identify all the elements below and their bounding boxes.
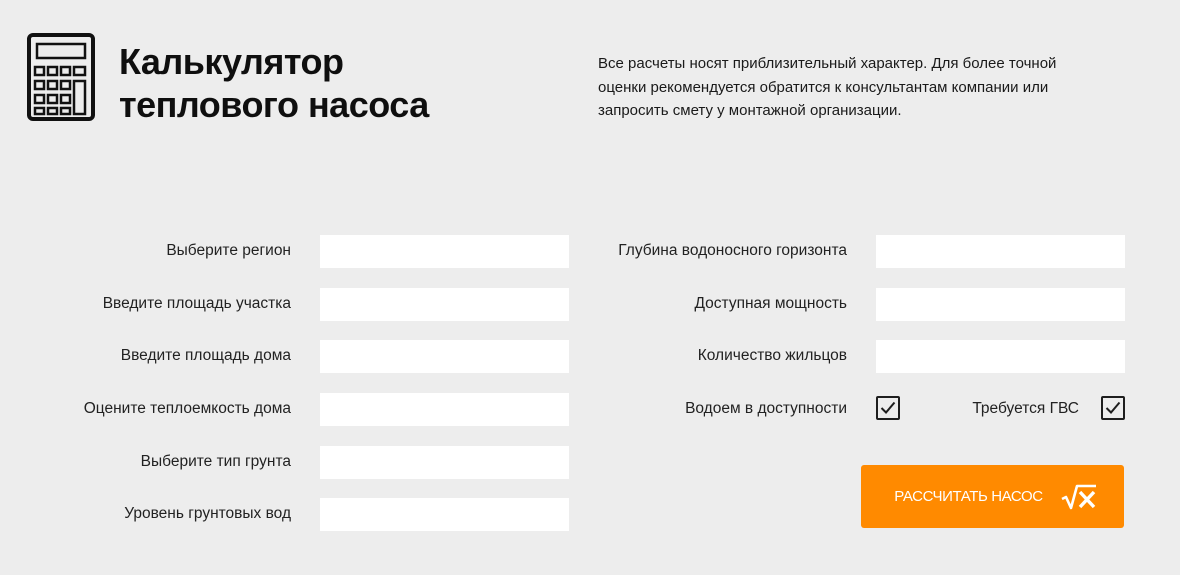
- page-title-line2: теплового насоса: [119, 84, 429, 125]
- plot-area-input[interactable]: [320, 288, 569, 321]
- heat-capacity-input[interactable]: [320, 393, 569, 426]
- residents-count-label: Количество жильцов: [697, 347, 847, 364]
- house-area-input[interactable]: [320, 340, 569, 373]
- region-input[interactable]: [320, 235, 569, 268]
- disclaimer-note: Все расчеты носят приблизительный характ…: [598, 55, 1057, 119]
- house-area-label: Введите площадь дома: [120, 347, 291, 364]
- hot-water-checkbox[interactable]: [1101, 396, 1125, 420]
- water-body-label: Водоем в доступности: [685, 400, 847, 417]
- available-power-input[interactable]: [876, 288, 1125, 321]
- available-power-label: Доступная мощность: [694, 295, 847, 312]
- square-root-x-icon: [1061, 484, 1096, 509]
- soil-type-input[interactable]: [320, 446, 569, 479]
- hot-water-label: Требуется ГВС: [972, 400, 1079, 417]
- residents-count-input[interactable]: [876, 340, 1125, 373]
- page-title: Калькулятор теплового насоса: [119, 40, 429, 126]
- checkmark-icon: [880, 401, 896, 414]
- soil-type-label: Выберите тип грунта: [140, 453, 291, 470]
- aquifer-depth-input[interactable]: [876, 235, 1125, 268]
- calculator-icon: [26, 32, 96, 122]
- heat-capacity-label: Оцените теплоемкость дома: [83, 400, 291, 417]
- region-label: Выберите регион: [166, 242, 291, 259]
- plot-area-label: Введите площадь участка: [102, 295, 291, 312]
- page-title-line1: Калькулятор: [119, 41, 344, 82]
- groundwater-level-input[interactable]: [320, 498, 569, 531]
- calculate-pump-button-label: РАССЧИТАТЬ НАСОС: [894, 488, 1043, 505]
- water-body-checkbox[interactable]: [876, 396, 900, 420]
- checkmark-icon: [1105, 401, 1121, 414]
- groundwater-level-label: Уровень грунтовых вод: [124, 505, 291, 522]
- aquifer-depth-label: Глубина водоносного горизонта: [618, 242, 847, 259]
- calculate-pump-button[interactable]: РАССЧИТАТЬ НАСОС: [861, 465, 1124, 528]
